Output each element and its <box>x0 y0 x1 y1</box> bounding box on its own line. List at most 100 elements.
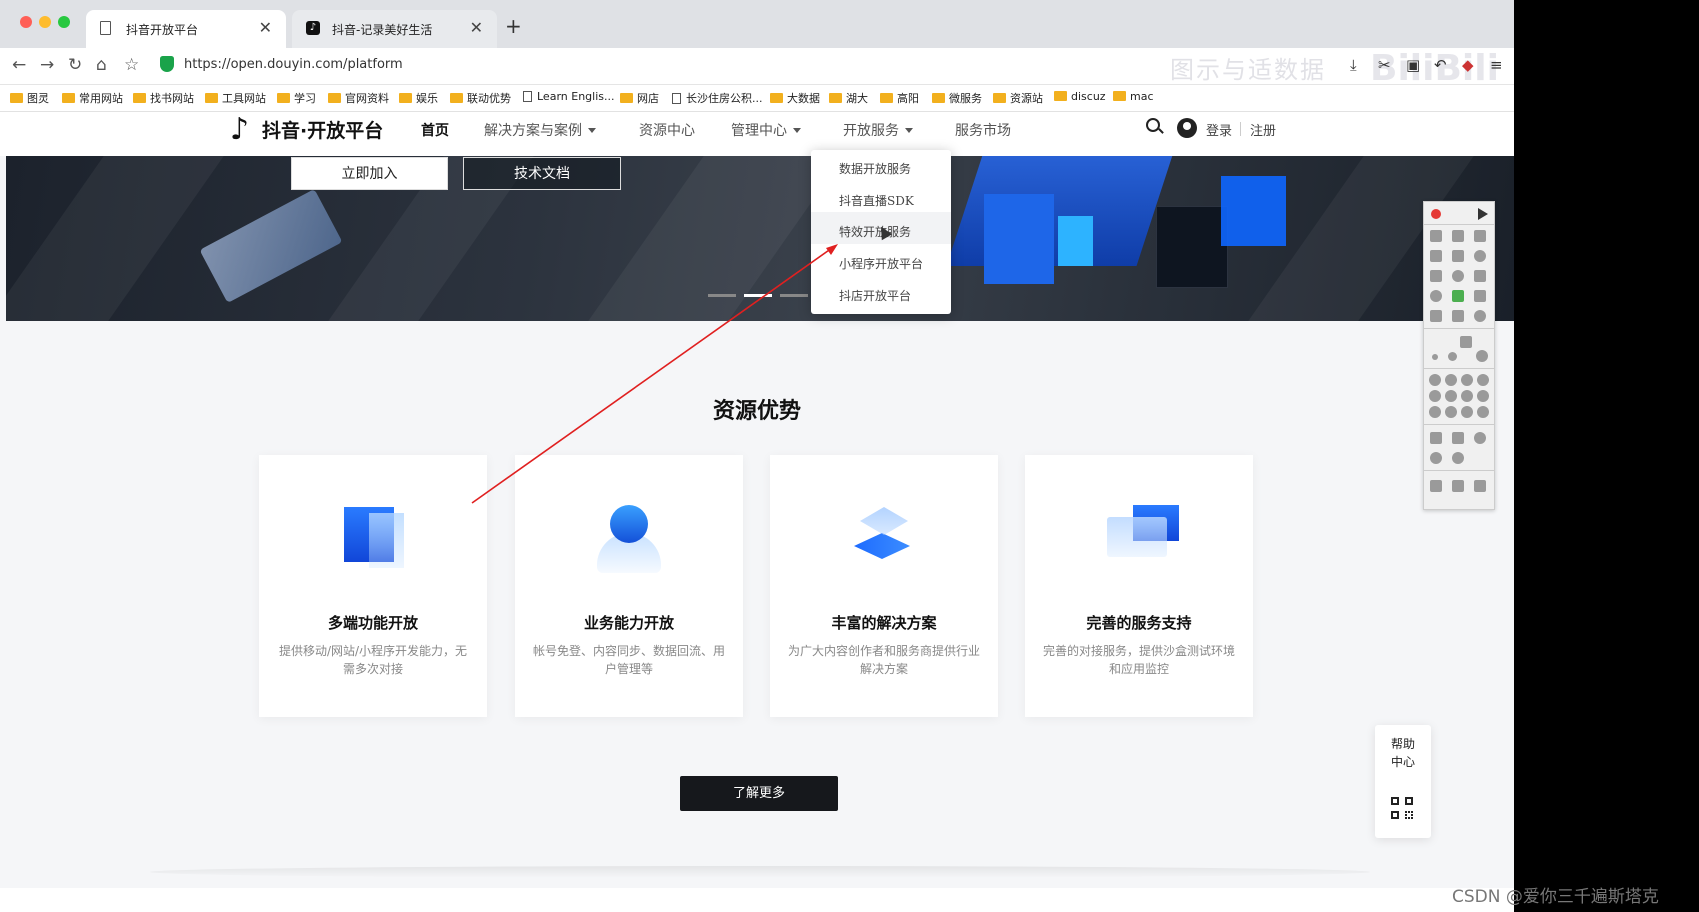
url-field[interactable]: https://open.douyin.com/platform <box>184 57 403 72</box>
color-swatch[interactable] <box>1429 390 1441 402</box>
bookmark-item[interactable]: 学习 <box>277 90 316 106</box>
trash-icon[interactable] <box>1452 480 1464 492</box>
bookmark-item[interactable]: 官网资料 <box>328 90 389 106</box>
bookmark-item[interactable]: 湖大 <box>829 90 868 106</box>
circle-tool-icon[interactable] <box>1474 250 1486 262</box>
color-swatch[interactable] <box>1445 374 1457 386</box>
arrow-tool-icon[interactable] <box>1474 230 1486 242</box>
new-tab-button[interactable]: + <box>505 14 522 38</box>
rectangle-tool-icon[interactable] <box>1452 250 1464 262</box>
play-icon[interactable] <box>1478 208 1488 220</box>
disable-icon[interactable] <box>1474 432 1486 444</box>
feature-card[interactable]: 丰富的解决方案 为广大内容创作者和服务商提供行业解决方案 <box>770 455 998 717</box>
menu-icon[interactable]: ≡ <box>1490 56 1503 74</box>
crop-tool-icon[interactable] <box>1474 290 1486 302</box>
undo-icon[interactable] <box>1430 480 1442 492</box>
filled-circle-icon[interactable] <box>1452 270 1464 282</box>
pen-tool-icon[interactable] <box>1430 230 1442 242</box>
folder-icon[interactable] <box>1474 480 1486 492</box>
feature-card[interactable]: 业务能力开放 帐号免登、内容同步、数据回流、用户管理等 <box>515 455 743 717</box>
nav-resources[interactable]: 资源中心 <box>639 120 695 140</box>
nav-open-services[interactable]: 开放服务 <box>843 120 913 140</box>
size-small-icon[interactable] <box>1432 354 1438 360</box>
bookmark-item[interactable]: 娱乐 <box>399 90 438 106</box>
color-swatch[interactable] <box>1477 406 1489 418</box>
join-now-button[interactable]: 立即加入 <box>291 157 448 190</box>
color-swatch[interactable] <box>1461 374 1473 386</box>
menu-item-live-sdk[interactable]: 抖音直播SDK <box>839 192 914 209</box>
bookmark-item[interactable]: 图灵 <box>10 90 49 106</box>
bookmark-item[interactable]: 网店 <box>620 90 659 106</box>
scissors-icon[interactable]: ✂ <box>1378 56 1391 74</box>
download-icon[interactable]: ⤓ <box>1350 56 1357 74</box>
nav-home[interactable]: 首页 <box>421 120 449 140</box>
tab-douyin-open-platform[interactable]: 抖音开放平台 ✕ <box>86 10 286 48</box>
carousel-dot[interactable] <box>780 294 808 297</box>
align-tool-icon[interactable] <box>1430 432 1442 444</box>
tech-docs-button[interactable]: 技术文档 <box>463 157 621 190</box>
filled-rect-icon[interactable] <box>1430 270 1442 282</box>
menu-item-data-service[interactable]: 数据开放服务 <box>839 160 911 177</box>
size-box-icon[interactable] <box>1460 336 1472 348</box>
color-swatch[interactable] <box>1445 406 1457 418</box>
stamp-tool-icon[interactable] <box>1430 290 1442 302</box>
contrast-icon[interactable] <box>1430 452 1442 464</box>
feature-card[interactable]: 完善的服务支持 完善的对接服务，提供沙盒测试环境和应用监控 <box>1025 455 1253 717</box>
learn-more-button[interactable]: 了解更多 <box>680 776 838 811</box>
check-tool-icon[interactable] <box>1452 290 1464 302</box>
menu-item-mini-program[interactable]: 小程序开放平台 <box>839 255 923 272</box>
bookmark-item[interactable]: 长沙住房公积... <box>672 90 763 106</box>
line-tool-icon[interactable] <box>1452 230 1464 242</box>
bookmark-item[interactable]: 联动优势 <box>450 90 511 106</box>
qr-code-icon[interactable] <box>1391 797 1415 821</box>
color-swatch[interactable] <box>1477 390 1489 402</box>
menu-item-effects-service[interactable]: 特效开放服务 <box>839 223 911 240</box>
user-avatar-icon[interactable] <box>1177 118 1197 138</box>
size-large-icon[interactable] <box>1476 350 1488 362</box>
bookmark-item[interactable]: 大数据 <box>770 90 820 106</box>
marker-tool-icon[interactable] <box>1430 250 1442 262</box>
close-window-button[interactable] <box>20 16 32 28</box>
forward-arrow-icon[interactable]: → <box>40 55 54 75</box>
nav-management[interactable]: 管理中心 <box>731 120 801 140</box>
close-tab-icon[interactable]: ✕ <box>470 18 483 37</box>
text-tool-icon[interactable] <box>1474 270 1486 282</box>
color-swatch[interactable] <box>1477 374 1489 386</box>
nav-solutions[interactable]: 解决方案与案例 <box>484 120 596 140</box>
bookmark-star-icon[interactable]: ☆ <box>124 55 139 75</box>
carousel-dot-active[interactable] <box>744 294 772 297</box>
bookmark-item[interactable]: 工具网站 <box>205 90 266 106</box>
bookmark-item[interactable]: mac <box>1113 90 1154 103</box>
minimize-window-button[interactable] <box>39 16 51 28</box>
search-icon[interactable] <box>1146 118 1160 132</box>
tab-douyin[interactable]: ♪ 抖音-记录美好生活 ✕ <box>292 10 497 48</box>
bookmark-item[interactable]: 资源站 <box>993 90 1043 106</box>
carousel-dot[interactable] <box>708 294 736 297</box>
gear-icon[interactable] <box>1452 452 1464 464</box>
size-medium-icon[interactable] <box>1448 352 1457 361</box>
bookmark-item[interactable]: Learn Englis... <box>523 90 614 103</box>
zoom-tool-icon[interactable] <box>1474 310 1486 322</box>
back-arrow-icon[interactable]: ← <box>12 55 26 75</box>
color-swatch[interactable] <box>1429 374 1441 386</box>
maximize-window-button[interactable] <box>58 16 70 28</box>
close-tab-icon[interactable]: ✕ <box>259 18 272 37</box>
home-icon[interactable]: ⌂ <box>96 55 107 75</box>
eraser-tool-icon[interactable] <box>1452 310 1464 322</box>
bookmark-item[interactable]: discuz <box>1054 90 1106 103</box>
screenshot-icon[interactable]: ▣ <box>1406 56 1420 74</box>
bookmark-item[interactable]: 找书网站 <box>133 90 194 106</box>
bookmark-item[interactable]: 常用网站 <box>62 90 123 106</box>
undo-icon[interactable]: ↶ <box>1434 56 1447 74</box>
site-logo[interactable]: 抖音·开放平台 <box>262 116 383 143</box>
select-tool-icon[interactable] <box>1452 432 1464 444</box>
color-swatch[interactable] <box>1429 406 1441 418</box>
color-swatch[interactable] <box>1445 390 1457 402</box>
pointer-tool-icon[interactable] <box>1430 310 1442 322</box>
extension-icon[interactable]: ◆ <box>1462 56 1474 74</box>
feature-card[interactable]: 多端功能开放 提供移动/网站/小程序开发能力，无需多次对接 <box>259 455 487 717</box>
record-icon[interactable] <box>1431 209 1441 219</box>
color-swatch[interactable] <box>1461 406 1473 418</box>
color-swatch[interactable] <box>1461 390 1473 402</box>
login-link[interactable]: 登录 <box>1206 120 1232 139</box>
